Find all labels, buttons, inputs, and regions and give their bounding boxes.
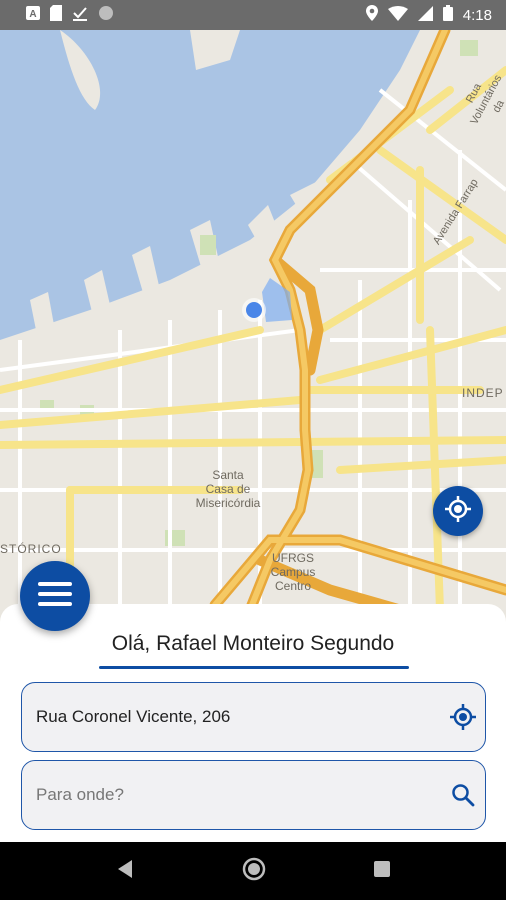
greeting-underline <box>99 666 409 669</box>
back-icon[interactable] <box>116 859 134 884</box>
my-location-button[interactable] <box>433 486 483 536</box>
menu-button[interactable] <box>20 561 90 631</box>
recents-icon[interactable] <box>374 860 390 882</box>
download-done-icon <box>72 5 88 26</box>
destination-placeholder: Para onde? <box>36 785 124 804</box>
gps-target-icon <box>445 495 471 527</box>
search-icon[interactable] <box>441 783 485 807</box>
home-icon[interactable] <box>242 857 266 886</box>
map-label-indep: INDEP <box>462 386 504 400</box>
hamburger-menu-icon <box>38 581 72 612</box>
sync-circle-icon <box>98 5 114 26</box>
signal-icon <box>417 5 433 25</box>
clock-time: 4:18 <box>462 6 492 24</box>
map-label-santa-casa: Santa Casa de Misericórdia <box>195 468 261 510</box>
destination-field[interactable]: Para onde? <box>21 760 486 830</box>
greeting-text: Olá, Rafael Monteiro Segundo <box>111 632 395 655</box>
origin-value: Rua Coronel Vicente, 206 <box>36 707 231 726</box>
battery-icon <box>442 5 453 25</box>
svg-text:A: A <box>29 9 36 20</box>
app-a-icon: A <box>26 5 40 25</box>
map-label-ufrgs: UFRGS Campus Centro <box>270 551 316 593</box>
navigation-bar <box>0 842 506 900</box>
map-canvas <box>0 30 506 610</box>
map-label-historico: STÓRICO <box>0 542 62 556</box>
map-view[interactable]: Santa Casa de Misericórdia UFRGS Campus … <box>0 30 506 610</box>
wifi-icon <box>387 5 408 25</box>
origin-field[interactable]: Rua Coronel Vicente, 206 <box>21 682 486 752</box>
location-pin-icon <box>365 5 378 25</box>
status-bar: A 4:18 <box>0 0 506 30</box>
sd-card-icon <box>50 4 62 26</box>
gps-target-icon[interactable] <box>441 704 485 730</box>
